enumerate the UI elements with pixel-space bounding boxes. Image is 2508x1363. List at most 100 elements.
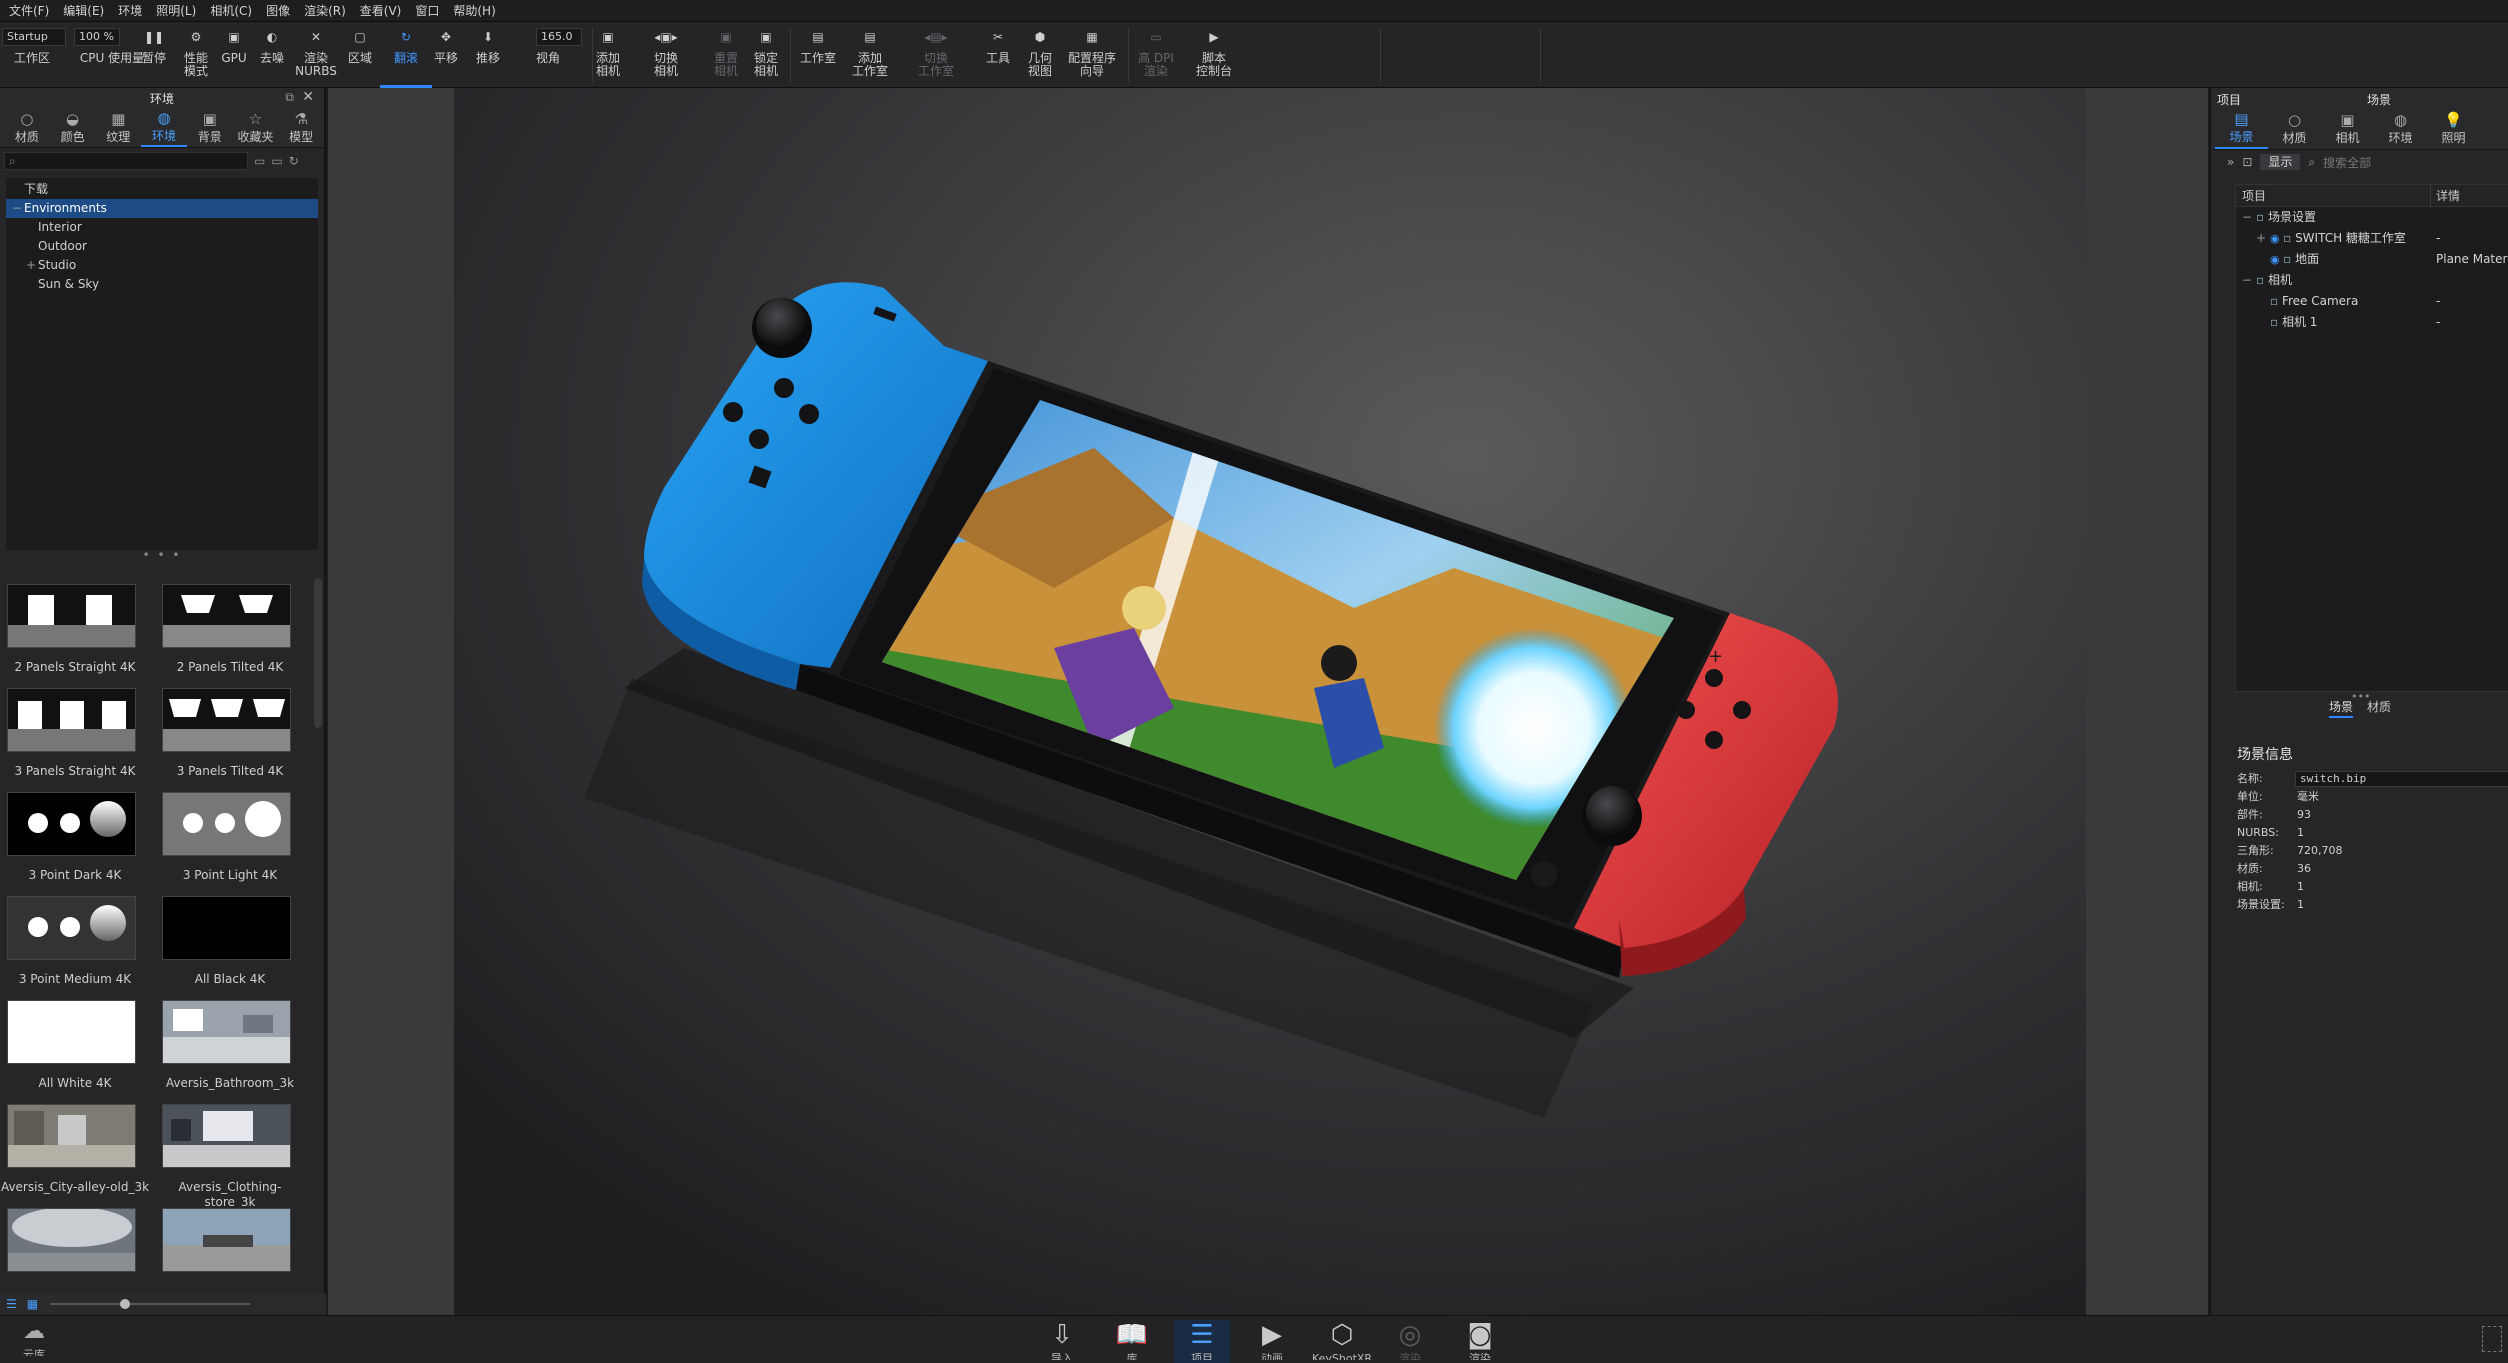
visibility-eye-icon[interactable]: ◉: [2270, 232, 2283, 245]
environment-thumbnail[interactable]: All White 4K: [0, 1000, 150, 1104]
environment-thumbnail[interactable]: 2 Panels Tilted 4K: [155, 584, 305, 688]
toolbar-button[interactable]: ▣ 锁定 相机: [742, 26, 790, 84]
environment-thumbnail[interactable]: 3 Point Light 4K: [155, 792, 305, 896]
menu-item[interactable]: 编辑(E): [56, 0, 111, 22]
environment-thumbnail[interactable]: 3 Panels Tilted 4K: [155, 688, 305, 792]
ribbon-button[interactable]: ⬡ KeyShotXR: [1312, 1320, 1372, 1363]
environment-thumbnail[interactable]: All Black 4K: [155, 896, 305, 1000]
panel-splitter[interactable]: • • •: [0, 548, 324, 562]
tree-expander[interactable]: −: [12, 199, 24, 218]
list-view-icon[interactable]: ☰: [6, 1297, 17, 1311]
scene-tree-row[interactable]: − ▫ 场景设置: [2236, 207, 2508, 228]
environment-thumbnail[interactable]: Aversis_City-alley-old_3k: [0, 1104, 150, 1208]
toolbar-button[interactable]: ✂ 工具: [980, 26, 1016, 84]
toolbar-button[interactable]: ✕ 渲染 NURBS: [294, 26, 338, 84]
display-button[interactable]: 显示: [2260, 154, 2301, 170]
scene-tree-row[interactable]: + ◉ ▫ SWITCH 糖糖工作室 -: [2236, 228, 2508, 249]
toolbar-button[interactable]: ▭ 高 DPI 渲染: [1128, 26, 1184, 84]
column-header-item[interactable]: 项目: [2242, 185, 2266, 207]
toolbar-button[interactable]: ▶ 脚本 控制台: [1186, 26, 1242, 84]
menu-item[interactable]: 照明(L): [149, 0, 203, 22]
ribbon-button[interactable]: ◎ 渲染: [1382, 1320, 1438, 1363]
library-tab[interactable]: ▣ 背景: [187, 108, 233, 147]
grid-view-icon[interactable]: ▦: [27, 1297, 38, 1311]
toolbar-button[interactable]: 工作区: [4, 26, 60, 84]
thumbnail-scrollbar[interactable]: [314, 578, 322, 728]
toolbar-button[interactable]: ▣ GPU: [216, 26, 252, 84]
tree-expander[interactable]: +: [26, 256, 38, 275]
tree-item[interactable]: Sun & Sky: [6, 275, 318, 294]
ribbon-button[interactable]: ◙ 渲染: [1452, 1320, 1508, 1363]
render-region[interactable]: +: [454, 88, 2086, 1315]
library-tab[interactable]: ◒ 颜色: [50, 108, 96, 147]
ribbon-button[interactable]: ▶ 动画: [1244, 1320, 1300, 1363]
close-icon[interactable]: ✕: [302, 89, 314, 105]
library-search-input[interactable]: ⌕: [4, 152, 248, 170]
tree-item[interactable]: + Studio: [6, 256, 318, 275]
slider-handle[interactable]: [120, 1299, 130, 1309]
sub-tab[interactable]: 场景: [2328, 698, 2353, 718]
undock-icon[interactable]: ⧉: [285, 90, 294, 105]
menu-item[interactable]: 文件(F): [2, 0, 56, 22]
toolbar-button[interactable]: ✥ 平移: [428, 26, 464, 84]
menu-item[interactable]: 查看(V): [353, 0, 409, 22]
column-header-detail[interactable]: 详情: [2436, 185, 2460, 207]
menu-item[interactable]: 图像: [259, 0, 297, 22]
tree-expander[interactable]: −: [2242, 207, 2256, 228]
realtime-viewport[interactable]: +: [328, 88, 2208, 1315]
ribbon-button[interactable]: 📖 库: [1104, 1320, 1160, 1363]
menu-item[interactable]: 相机(C): [203, 0, 259, 22]
scene-search-input[interactable]: 搜索全部: [2323, 154, 2371, 171]
refresh-icon[interactable]: ↻: [289, 154, 299, 168]
toolbar-button[interactable]: ▤ 工作室: [794, 26, 842, 84]
tree-item[interactable]: Outdoor: [6, 237, 318, 256]
tree-item[interactable]: 下载: [6, 180, 318, 199]
ribbon-button[interactable]: ☰ 项目: [1174, 1320, 1230, 1363]
toolbar-button[interactable]: ⬇ 推移: [468, 26, 508, 84]
environment-thumbnail[interactable]: 3 Point Dark 4K: [0, 792, 150, 896]
toolbar-button[interactable]: 视角: [528, 26, 568, 84]
thumbnail-size-slider[interactable]: [50, 1303, 250, 1305]
ribbon-button[interactable]: ⇩ 导入: [1034, 1320, 1090, 1363]
environment-thumbnail[interactable]: 3 Point Medium 4K: [0, 896, 150, 1000]
menu-item[interactable]: 环境: [111, 0, 149, 22]
tree-item[interactable]: Interior: [6, 218, 318, 237]
splitter-grip[interactable]: •••: [2351, 690, 2370, 703]
visibility-eye-icon[interactable]: ◉: [2270, 253, 2283, 266]
scene-tree-row[interactable]: ◉ ▫ 地面 Plane Material: [2236, 249, 2508, 270]
tree-expander[interactable]: −: [2242, 270, 2256, 291]
tree-expander[interactable]: +: [2256, 228, 2270, 249]
menu-item[interactable]: 帮助(H): [446, 0, 502, 22]
toolbar-button[interactable]: ⬢ 几何 视图: [1018, 26, 1062, 84]
environment-thumbnail[interactable]: Aversis_Industrial: [0, 1208, 150, 1276]
folder-icon[interactable]: ▭: [254, 154, 265, 168]
project-tab[interactable]: ▤ 场景: [2215, 108, 2268, 149]
environment-thumbnail[interactable]: 3 Panels Straight 4K: [0, 688, 150, 792]
library-tab[interactable]: ○ 材质: [4, 108, 50, 147]
library-tab[interactable]: ☆ 收藏夹: [233, 108, 279, 147]
environment-thumbnail[interactable]: 2 Panels Straight 4K: [0, 584, 150, 688]
toolbar-button[interactable]: ▤ 添加 工作室: [843, 26, 897, 84]
add-folder-icon[interactable]: ▭: [271, 154, 282, 168]
project-tab[interactable]: ◍ 环境: [2374, 108, 2427, 149]
toolbar-button[interactable]: ◂▤▸ 切换 工作室: [907, 26, 965, 84]
scene-icon[interactable]: ⊡: [2242, 155, 2252, 169]
project-tab[interactable]: ○ 材质: [2268, 108, 2321, 149]
toolbar-button[interactable]: ⚙ 性能 模式: [174, 26, 218, 84]
toolbar-button[interactable]: ▦ 配置程序 向导: [1061, 26, 1123, 84]
library-tab[interactable]: ◍ 环境: [141, 108, 187, 147]
toolbar-button[interactable]: ❚❚ 暂停: [136, 26, 172, 84]
menu-item[interactable]: 渲染(R): [297, 0, 353, 22]
menu-item[interactable]: 窗口: [408, 0, 446, 22]
toolbar-button[interactable]: ▢ 区域: [340, 26, 380, 84]
fullscreen-icon[interactable]: [2482, 1326, 2502, 1352]
scene-name-input[interactable]: switch.bip: [2295, 771, 2508, 787]
environment-thumbnail[interactable]: Aversis_Bathroom_3k: [155, 1000, 305, 1104]
library-tab[interactable]: ⚗ 模型: [278, 108, 324, 147]
scene-tree-row[interactable]: − ▫ 相机: [2236, 270, 2508, 291]
environment-thumbnail[interactable]: Aversis_Industrial: [155, 1208, 305, 1276]
project-tab[interactable]: 💡 照明: [2427, 108, 2480, 149]
toolbar-button[interactable]: CPU 使用量: [80, 26, 144, 84]
environment-thumbnail[interactable]: Aversis_Clothing- store_3k: [155, 1104, 305, 1209]
project-tab[interactable]: ▣ 相机: [2321, 108, 2374, 149]
